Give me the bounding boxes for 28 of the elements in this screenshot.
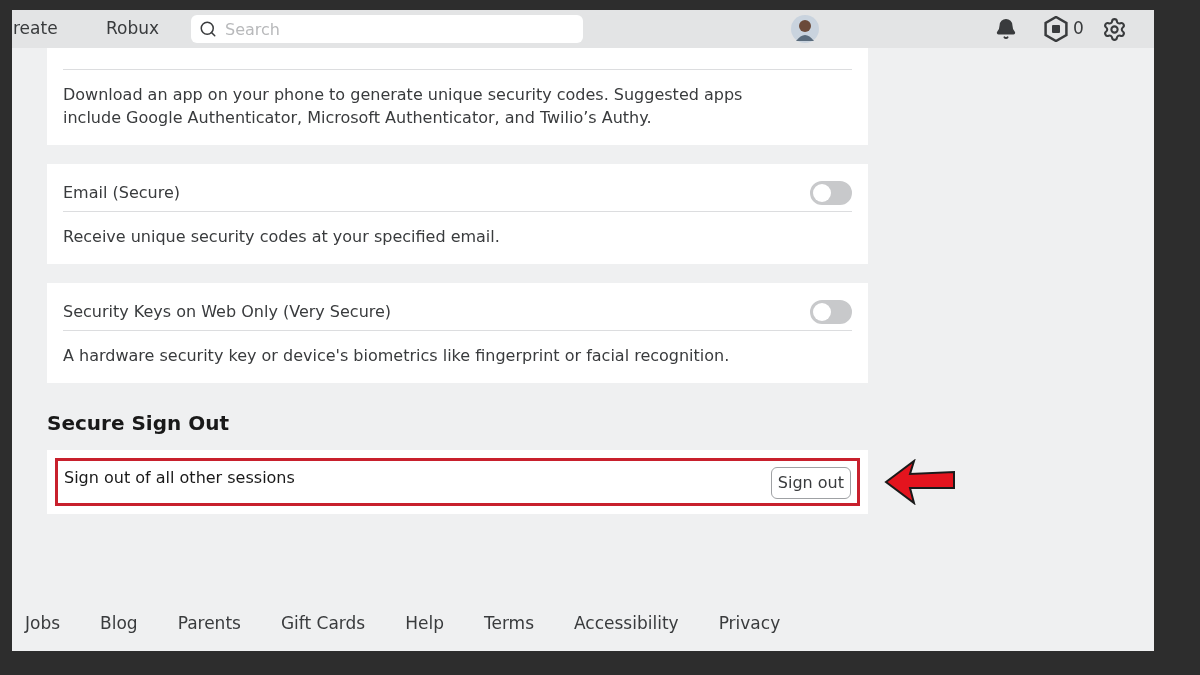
footer-link[interactable]: Accessibility [574, 610, 679, 636]
method-title: Email (Secure) [63, 181, 180, 204]
method-description: Download an app on your phone to generate unique security codes. Suggested apps include Google Authenticator, Microsoft Authenticator, and Twilio’s Authy. [63, 84, 744, 129]
footer-link[interactable]: Privacy [718, 610, 781, 636]
footer-link[interactable]: Gift Cards [280, 610, 366, 636]
nav-link[interactable]: reate [13, 16, 106, 42]
section-heading: Secure Sign Out [47, 410, 231, 437]
method-description: Receive unique security codes at your specified email. [63, 226, 501, 248]
robux-icon[interactable] [1043, 16, 1069, 42]
sign-out-button[interactable]: Sign out [770, 467, 851, 499]
avatar[interactable] [791, 15, 819, 43]
notifications-icon[interactable] [995, 18, 1017, 40]
robux-balance: 0 [1073, 17, 1084, 41]
footer-link[interactable]: Parents [177, 610, 241, 636]
footer-link[interactable]: Blog [100, 610, 138, 636]
method-title: Security Keys on Web Only (Very Secure) [63, 300, 392, 323]
search-icon [199, 20, 217, 38]
search-field[interactable]: Search [191, 15, 583, 43]
arrow-icon [884, 459, 956, 505]
footer-link[interactable]: Help [405, 610, 444, 636]
toggle-switch[interactable] [810, 180, 852, 205]
toggle-switch[interactable] [810, 299, 852, 324]
footer-link[interactable]: Terms [483, 610, 535, 636]
nav-link[interactable]: Robux [106, 16, 191, 42]
footer-link[interactable]: Jobs [25, 610, 61, 636]
sign-out-label: Sign out of all other sessions [64, 467, 295, 489]
settings-icon[interactable] [1101, 16, 1127, 42]
method-description: A hardware security key or device's biometrics like fingerprint or facial recognition. [63, 345, 731, 367]
